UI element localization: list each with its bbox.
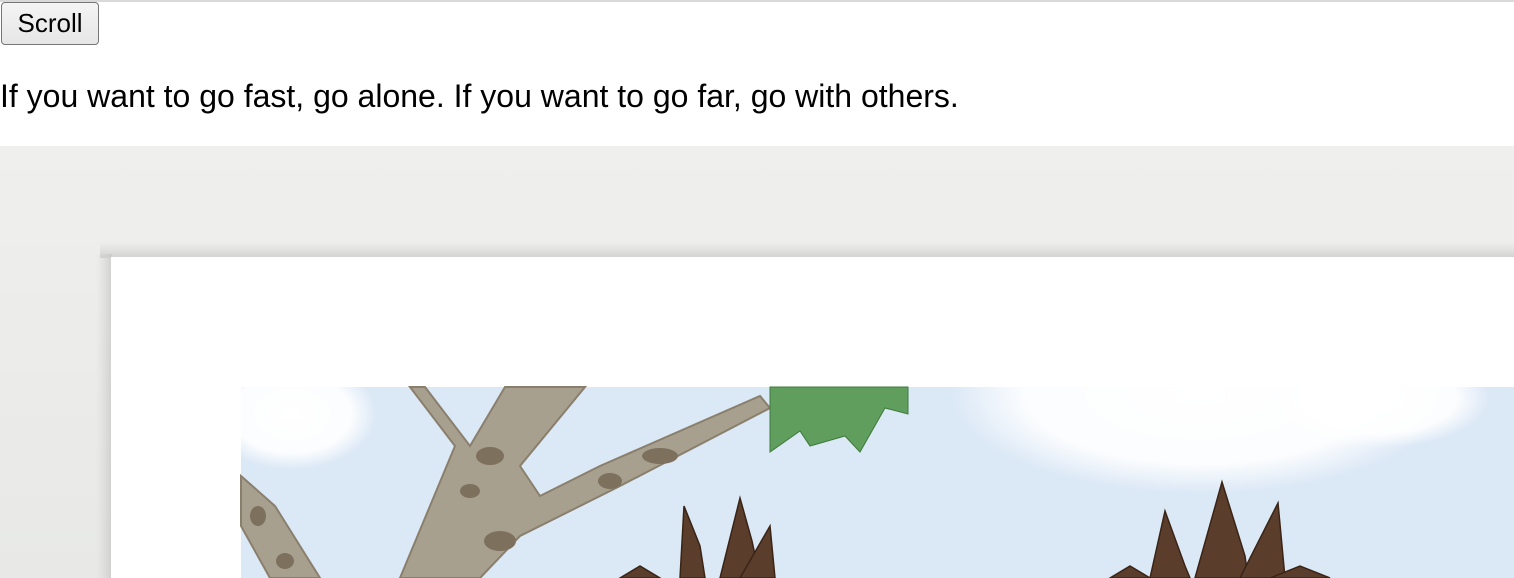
cloud-right-2 bbox=[1270, 348, 1490, 448]
scroll-button[interactable]: Scroll bbox=[1, 2, 99, 45]
quote-text: If you want to go fast, go alone. If you… bbox=[0, 78, 959, 114]
cloud-left bbox=[207, 358, 377, 470]
framed-illustration bbox=[0, 146, 1514, 578]
frame-shadow-left bbox=[96, 254, 112, 578]
top-divider bbox=[0, 0, 1514, 2]
frame-shadow-top bbox=[100, 242, 1514, 258]
